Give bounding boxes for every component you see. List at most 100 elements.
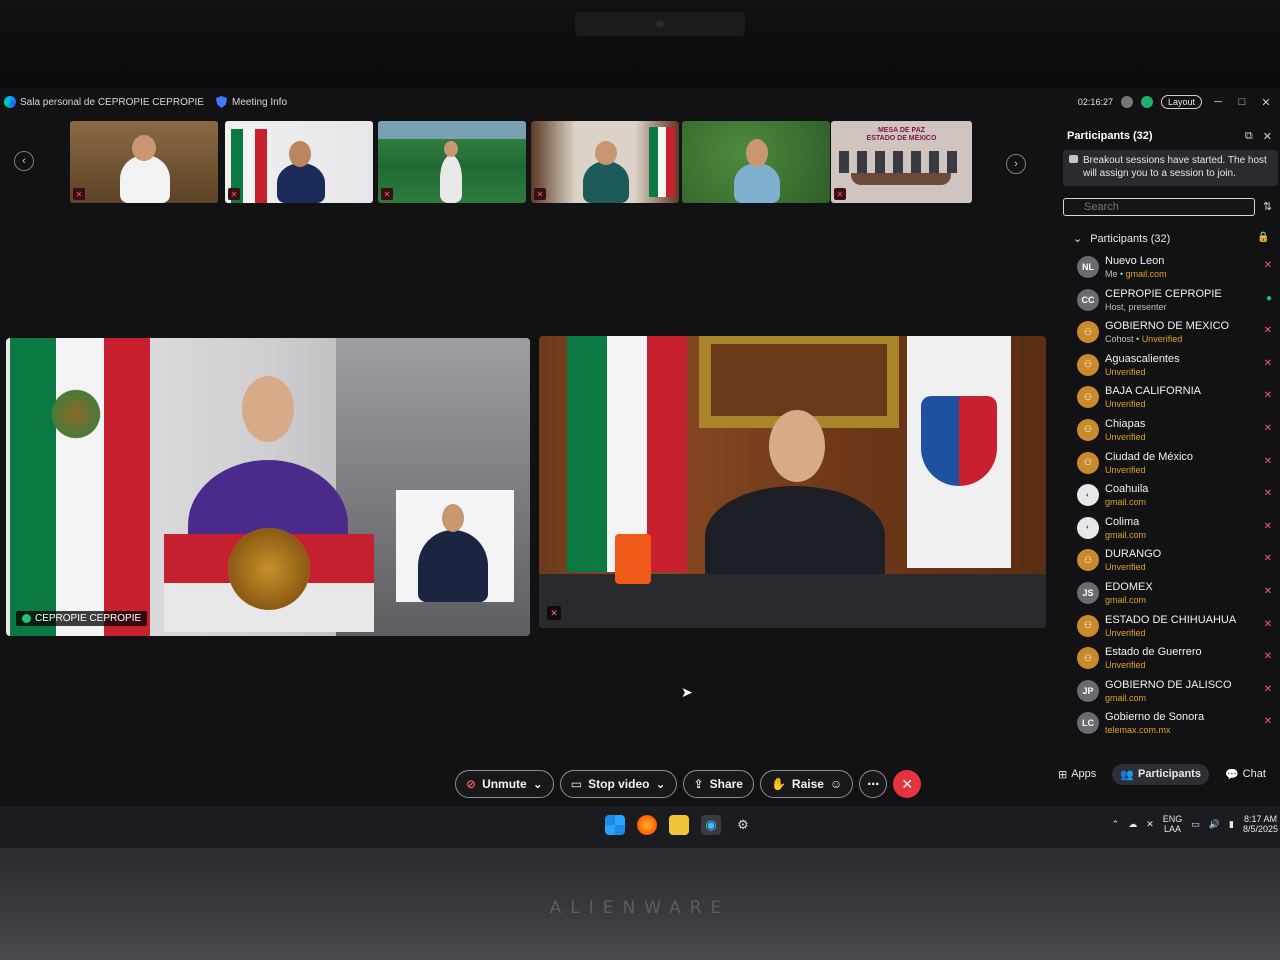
- muted-mic-icon: ✕: [1263, 618, 1272, 630]
- participant-row[interactable]: LC Gobierno de Sonora telemax.com.mx ✕: [1075, 708, 1280, 741]
- participant-row[interactable]: ⚇ ESTADO DE CHIHUAHUA Unverified ✕: [1075, 611, 1280, 644]
- speaker-icon[interactable]: 🔊: [1209, 819, 1220, 830]
- participants-group-header[interactable]: ⌄ Participants (32): [1073, 232, 1170, 246]
- coat-of-arms-icon: [48, 386, 104, 442]
- participant-figure: [440, 155, 462, 203]
- participant-row[interactable]: ⚇ Chiapas Unverified ✕: [1075, 415, 1280, 448]
- close-icon[interactable]: ✕: [1258, 96, 1274, 109]
- state-shield-icon: [921, 396, 997, 486]
- apps-icon: ⊞: [1058, 768, 1068, 781]
- nuevo-leon-flag: [907, 336, 1011, 568]
- video-thumbnail-1[interactable]: ✕: [70, 121, 218, 203]
- main-video-left[interactable]: CEPROPIE CEPROPIE: [6, 338, 530, 636]
- share-button[interactable]: ⇪ Share: [682, 770, 754, 798]
- org-avatar-icon: ◐: [1077, 516, 1099, 539]
- minimize-icon[interactable]: ─: [1210, 96, 1226, 108]
- strip-prev-arrow-icon[interactable]: ‹: [14, 151, 34, 171]
- meeting-timer: 02:16:27: [1077, 97, 1113, 107]
- language-indicator[interactable]: ENG LAA: [1163, 814, 1183, 834]
- windows-start-icon[interactable]: [605, 815, 625, 835]
- participant-row[interactable]: ⚇ GOBIERNO DE MEXICO Cohost • Unverified ✕: [1075, 317, 1280, 350]
- stop-video-button[interactable]: ▭ Stop video ⌄: [559, 770, 677, 798]
- avatar: JP: [1077, 679, 1099, 702]
- chevron-down-icon[interactable]: ⌄: [533, 777, 543, 791]
- participant-row[interactable]: ◐ Coahuila gmail.com ✕: [1075, 480, 1280, 513]
- file-explorer-icon[interactable]: [669, 815, 689, 835]
- tab-apps[interactable]: ⊞ Apps: [1050, 764, 1104, 785]
- participant-row[interactable]: NL Nuevo Leon Me • gmail.com ✕: [1075, 252, 1280, 285]
- panel-actions: ⧉ ✕: [1245, 130, 1272, 143]
- maximize-icon[interactable]: □: [1234, 96, 1250, 108]
- avatar: NL: [1077, 256, 1099, 278]
- participant-head: [595, 141, 617, 165]
- seated-participants: [839, 151, 964, 173]
- more-options-button[interactable]: ⋯: [859, 770, 888, 798]
- laptop-top-bezel: [0, 0, 1280, 88]
- leave-meeting-button[interactable]: ✕: [893, 770, 922, 798]
- mesa-de-paz-title: MESA DE PAZ ESTADO DE MÉXICO: [866, 127, 937, 142]
- shield-icon: [215, 96, 227, 108]
- panel-tabs: ⊞ Apps 👥 Participants 💬 Chat: [1050, 761, 1280, 787]
- orange-cup: [615, 534, 651, 584]
- muted-mic-icon: ✕: [1263, 716, 1272, 728]
- lock-icon[interactable]: 🔒: [1257, 232, 1269, 243]
- reactions-icon[interactable]: ☺: [830, 777, 842, 791]
- video-thumbnail-2[interactable]: ✕: [225, 121, 373, 203]
- raise-hand-button[interactable]: ✋ Raise ☺: [759, 770, 854, 798]
- participant-head: [444, 141, 458, 157]
- clock[interactable]: 8:17 AM 8/5/2025: [1243, 814, 1278, 834]
- participant-row[interactable]: ⚇ BAJA CALIFORNIA Unverified ✕: [1075, 382, 1280, 415]
- unmute-button[interactable]: ⊘ Unmute ⌄: [455, 770, 554, 798]
- participant-row[interactable]: ⚇ Estado de Guerrero Unverified ✕: [1075, 643, 1280, 676]
- participant-row[interactable]: CC CEPROPIE CEPROPIE Host, presenter ●: [1075, 285, 1280, 318]
- participant-row[interactable]: ◐ Colima gmail.com ✕: [1075, 513, 1280, 546]
- muted-mic-icon: ✕: [1263, 520, 1272, 532]
- tab-participants[interactable]: 👥 Participants: [1112, 763, 1209, 785]
- mic-muted-tray-icon[interactable]: ✕: [1146, 819, 1154, 830]
- participant-row[interactable]: ⚇ Ciudad de México Unverified ✕: [1075, 448, 1280, 481]
- display-icon[interactable]: ▭: [1191, 819, 1200, 830]
- popout-icon[interactable]: ⧉: [1245, 130, 1253, 143]
- breakout-banner: Breakout sessions have started. The host…: [1063, 150, 1278, 186]
- mexico-flag: [649, 127, 675, 197]
- video-thumbnail-5[interactable]: [682, 121, 830, 203]
- participant-head: [132, 135, 156, 161]
- meeting-info-link[interactable]: Meeting Info: [232, 97, 287, 108]
- video-thumbnail-4[interactable]: ✕: [531, 121, 679, 203]
- national-seal-icon: [228, 528, 310, 610]
- battery-icon[interactable]: ▮: [1229, 819, 1234, 830]
- breakout-icon: [1069, 155, 1078, 163]
- title-bar-right: 02:16:27 Layout ─ □ ✕: [1078, 88, 1280, 116]
- interpreter-figure: [418, 530, 488, 602]
- participant-search-input[interactable]: [1063, 198, 1255, 216]
- participant-row[interactable]: JS EDOMEX gmail.com ✕: [1075, 578, 1280, 611]
- participant-row[interactable]: JP GOBIERNO DE JALISCO gmail.com ✕: [1075, 676, 1280, 709]
- host-icon: [22, 614, 31, 623]
- system-tray: ⌃ ☁ ✕ ENG LAA ▭ 🔊 ▮ 8:17 AM 8/5/2025: [1112, 814, 1280, 834]
- sort-icon[interactable]: ⇅: [1263, 200, 1272, 213]
- video-thumbnail-6[interactable]: MESA DE PAZ ESTADO DE MÉXICO ✕: [831, 121, 972, 203]
- chevron-up-icon[interactable]: ⌃: [1112, 819, 1120, 830]
- tab-chat[interactable]: 💬 Chat: [1217, 764, 1274, 785]
- org-avatar-icon: ◐: [1077, 484, 1099, 507]
- video-thumbnail-3[interactable]: ✕: [378, 121, 526, 203]
- participant-figure: [277, 163, 325, 203]
- network-icon[interactable]: [1120, 96, 1133, 108]
- status-icon[interactable]: [1140, 96, 1153, 108]
- avatar: JS: [1077, 581, 1099, 604]
- chevron-down-icon[interactable]: ⌄: [655, 777, 665, 791]
- firefox-icon[interactable]: [637, 815, 657, 835]
- participant-list: NL Nuevo Leon Me • gmail.com ✕ CC CEPROPIE C…: [1075, 252, 1280, 741]
- settings-icon[interactable]: ⚙: [733, 815, 753, 835]
- strip-next-arrow-icon[interactable]: ›: [1006, 154, 1026, 174]
- participant-figure: [734, 163, 780, 203]
- chat-icon: 💬: [1224, 768, 1239, 781]
- main-video-right[interactable]: ✕: [539, 336, 1046, 628]
- cloud-icon[interactable]: ☁: [1128, 819, 1137, 830]
- avatar: LC: [1077, 712, 1099, 735]
- participant-row[interactable]: ⚇ Aguascalientes Unverified ✕: [1075, 350, 1280, 383]
- webex-icon[interactable]: ◉: [701, 815, 721, 835]
- layout-button[interactable]: Layout: [1160, 95, 1202, 109]
- close-panel-icon[interactable]: ✕: [1263, 130, 1272, 143]
- participant-row[interactable]: ⚇ DURANGO Unverified ✕: [1075, 545, 1280, 578]
